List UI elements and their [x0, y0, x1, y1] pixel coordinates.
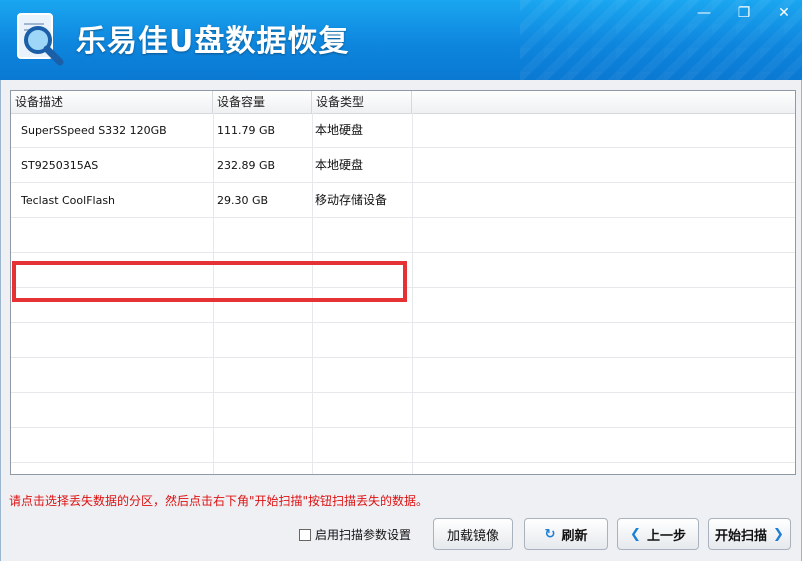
app-title: 乐易佳U盘数据恢复 [76, 24, 350, 59]
device-desc: ST9250315AS [21, 159, 99, 172]
empty-row [11, 393, 795, 428]
chevron-right-icon: ❯ [773, 526, 784, 542]
empty-row [11, 288, 795, 323]
empty-row [11, 428, 795, 463]
device-type: 移动存储设备 [315, 193, 388, 207]
table-row[interactable]: Teclast CoolFlash 29.30 GB 移动存储设备 [11, 183, 795, 218]
table-row[interactable]: ST9250315AS 232.89 GB 本地硬盘 [11, 148, 795, 183]
device-type: 本地硬盘 [315, 158, 364, 172]
empty-row [11, 323, 795, 358]
device-desc: SuperSSpeed S332 120GB [21, 124, 167, 137]
start-scan-button[interactable]: 开始扫描 ❯ [708, 518, 791, 550]
refresh-label: 刷新 [561, 528, 588, 544]
column-header-size[interactable]: 设备容量 [213, 91, 312, 113]
table-row[interactable]: SuperSSpeed S332 120GB 111.79 GB 本地硬盘 [11, 113, 795, 148]
load-image-button[interactable]: 加载镜像 [433, 518, 513, 550]
minimize-button[interactable]: — [692, 4, 716, 22]
device-table: 设备描述 设备容量 设备类型 SuperSSpeed S332 120GB 11… [10, 90, 796, 475]
device-size: 111.79 GB [217, 124, 276, 137]
device-size: 232.89 GB [217, 159, 276, 172]
close-button[interactable]: ✕ [772, 4, 796, 22]
scan-params-checkbox[interactable] [299, 528, 311, 541]
device-type: 本地硬盘 [315, 123, 364, 137]
empty-row [11, 253, 795, 288]
title-bar: 乐易佳U盘数据恢复 — ❐ ✕ [0, 0, 802, 80]
prev-step-button[interactable]: ❮ 上一步 [617, 518, 699, 550]
empty-row [11, 358, 795, 393]
empty-row [11, 218, 795, 253]
scan-params-option[interactable]: 启用扫描参数设置 [299, 526, 411, 543]
magnifier-document-icon [17, 13, 64, 66]
chevron-left-icon: ❮ [630, 526, 641, 542]
device-desc: Teclast CoolFlash [21, 194, 116, 207]
column-header-desc[interactable]: 设备描述 [11, 91, 213, 113]
restore-button[interactable]: ❐ [732, 4, 756, 22]
scan-params-label: 启用扫描参数设置 [315, 528, 412, 542]
device-size: 29.30 GB [217, 194, 269, 207]
load-image-label: 加载镜像 [446, 528, 499, 544]
refresh-icon: ↻ [544, 526, 556, 542]
prev-step-label: 上一步 [646, 528, 686, 544]
column-header-type[interactable]: 设备类型 [312, 91, 412, 113]
refresh-button[interactable]: ↻ 刷新 [524, 518, 608, 550]
table-header: 设备描述 设备容量 设备类型 [11, 91, 795, 114]
start-scan-label: 开始扫描 [715, 528, 768, 544]
main-content: 设备描述 设备容量 设备类型 SuperSSpeed S332 120GB 11… [0, 80, 802, 561]
hint-text: 请点击选择丢失数据的分区，然后点击右下角"开始扫描"按钮扫描丢失的数据。 [9, 494, 429, 508]
